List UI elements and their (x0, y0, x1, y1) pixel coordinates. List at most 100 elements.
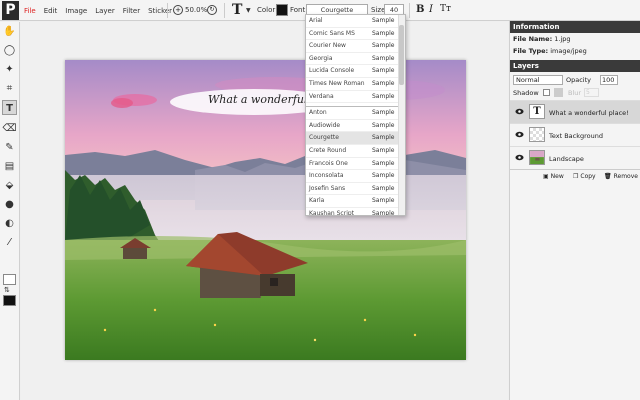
eyedropper-icon[interactable]: ⁄ (2, 235, 17, 250)
menu-sticker[interactable]: Sticker (148, 7, 172, 15)
font-option[interactable]: Georgia Sample (306, 53, 405, 66)
font-option-name: Anton (309, 109, 327, 117)
font-option[interactable]: Arial Sample (306, 15, 405, 28)
font-dropdown-list[interactable]: Arial Sample Comic Sans MS Sample Courier Ne… (305, 14, 406, 216)
font-option-sample: Sample (372, 54, 395, 62)
fill-bucket-icon[interactable]: ⬙ (2, 178, 17, 193)
font-option-name: Arial (309, 17, 323, 24)
magic-wand-icon[interactable]: ✦ (2, 62, 17, 77)
italic-button[interactable]: I (429, 4, 433, 15)
eye-icon[interactable] (515, 131, 524, 138)
color-label: Color (257, 6, 276, 14)
font-option[interactable]: Crete Round Sample (306, 145, 405, 158)
font-option[interactable]: Courgette Sample (306, 132, 405, 145)
file-name-value: 1.jpg (554, 35, 571, 43)
new-layer-label: New (550, 173, 564, 180)
font-option[interactable]: Karla Sample (306, 195, 405, 208)
blur-input[interactable]: 5 (584, 88, 599, 97)
foreground-color-swatch[interactable] (3, 295, 16, 306)
layer-row-text-background[interactable]: Text Background (510, 123, 640, 146)
layer-name: What a wonderful place! (549, 109, 629, 117)
font-label: Font (290, 6, 306, 14)
dodge-icon[interactable]: ◐ (2, 216, 17, 231)
remove-layer-button[interactable]: 🗑 Remove (604, 173, 638, 180)
move-tool-icon[interactable]: ✋ (2, 24, 17, 39)
dropdown-scrollbar[interactable] (398, 15, 405, 215)
font-option-sample: Sample (372, 29, 395, 37)
brush-icon[interactable]: ✎ (2, 140, 17, 155)
font-option-sample: Sample (372, 42, 395, 50)
clone-stamp-icon[interactable]: ● (2, 197, 17, 212)
font-option-name: Crete Round (309, 146, 347, 154)
font-option-sample: Sample (372, 67, 395, 75)
file-type-row: File Type: image/jpeg (510, 45, 640, 57)
lasso-tool-icon[interactable]: ◯ (2, 43, 17, 58)
font-option-name: Times New Roman (309, 79, 365, 87)
menu-image[interactable]: Image (65, 7, 87, 15)
text-size-button[interactable]: Tт (440, 4, 451, 14)
font-option[interactable]: Inconsolata Sample (306, 170, 405, 183)
text-tool-icon[interactable]: T (2, 100, 17, 115)
copy-layer-button[interactable]: ❐ Copy (573, 173, 596, 180)
file-type-value: image/jpeg (550, 47, 587, 55)
font-option[interactable]: Courier New Sample (306, 40, 405, 53)
opacity-input[interactable]: 100 (600, 75, 618, 85)
font-option[interactable]: Times New Roman Sample (306, 78, 405, 91)
scrollbar-thumb[interactable] (399, 25, 404, 85)
layer-row-text[interactable]: T What a wonderful place! (510, 100, 640, 123)
layer-row-landscape[interactable]: Landscape (510, 146, 640, 169)
file-name-row: File Name: 1.jpg (510, 33, 640, 45)
menu-layer[interactable]: Layer (95, 7, 115, 15)
font-option-sample: Sample (372, 109, 395, 117)
chevron-down-icon[interactable]: ▼ (246, 7, 251, 14)
eye-icon[interactable] (515, 154, 524, 161)
new-layer-button[interactable]: ▣ New (543, 173, 564, 180)
font-option[interactable]: Anton Sample (306, 107, 405, 120)
shadow-label: Shadow (513, 89, 539, 97)
opacity-label: Opacity (566, 76, 592, 84)
zoom-in-icon[interactable]: + (173, 5, 183, 15)
copy-icon: ❐ (573, 173, 579, 180)
font-option[interactable]: Kaushan Script Sample (306, 208, 405, 215)
toolbar-divider (409, 3, 410, 18)
font-option[interactable]: Comic Sans MS Sample (306, 28, 405, 41)
font-option-name: Verdana (309, 92, 334, 100)
font-option-name: Josefin Sans (309, 184, 346, 192)
trash-icon: 🗑 (604, 173, 612, 180)
font-option[interactable]: Verdana Sample (306, 91, 405, 104)
layer-name: Landscape (549, 155, 584, 163)
app-logo: P (2, 1, 19, 20)
menu-filter[interactable]: Filter (123, 7, 140, 15)
zoom-reset-icon[interactable]: ↻ (207, 5, 217, 15)
font-option-sample: Sample (372, 79, 395, 87)
toolbar-divider (224, 3, 225, 18)
shadow-color-swatch[interactable] (554, 88, 563, 97)
blend-mode-select[interactable]: Normal (513, 75, 563, 85)
layer-controls: Normal Opacity 100 Shadow Blur 5 (510, 72, 640, 100)
font-option-name: Francois One (309, 159, 348, 167)
font-option[interactable]: Audiowide Sample (306, 120, 405, 133)
landscape-layer-thumbnail (529, 150, 545, 165)
gradient-icon[interactable]: ▤ (2, 159, 17, 174)
swap-colors-icon[interactable]: ⇅ (4, 286, 10, 294)
bold-button[interactable]: B (416, 4, 424, 15)
shadow-checkbox[interactable] (543, 89, 550, 96)
menu-bar: File Edit Image Layer Filter Sticker (24, 0, 172, 21)
font-option-sample: Sample (372, 184, 395, 192)
text-tool-icon[interactable]: T (232, 2, 242, 18)
font-option-name: Courgette (309, 134, 339, 142)
font-option[interactable]: Lucida Console Sample (306, 65, 405, 78)
eraser-icon[interactable]: ⌫ (2, 121, 17, 136)
file-type-label: File Type: (513, 47, 549, 55)
text-color-swatch[interactable] (276, 4, 288, 16)
font-option[interactable]: Josefin Sans Sample (306, 183, 405, 196)
font-option[interactable]: Francois One Sample (306, 158, 405, 171)
eye-icon[interactable] (515, 108, 524, 115)
font-option-name: Lucida Console (309, 67, 355, 75)
tools-panel: ✋ ◯ ✦ ⌗ T ⌫ ✎ ▤ ⬙ ● ◐ ⁄ ⇅ (0, 22, 20, 400)
menu-file[interactable]: File (24, 7, 36, 15)
font-option-name: Karla (309, 197, 325, 205)
crop-tool-icon[interactable]: ⌗ (2, 81, 17, 96)
menu-edit[interactable]: Edit (44, 7, 58, 15)
background-color-swatch[interactable] (3, 274, 16, 285)
